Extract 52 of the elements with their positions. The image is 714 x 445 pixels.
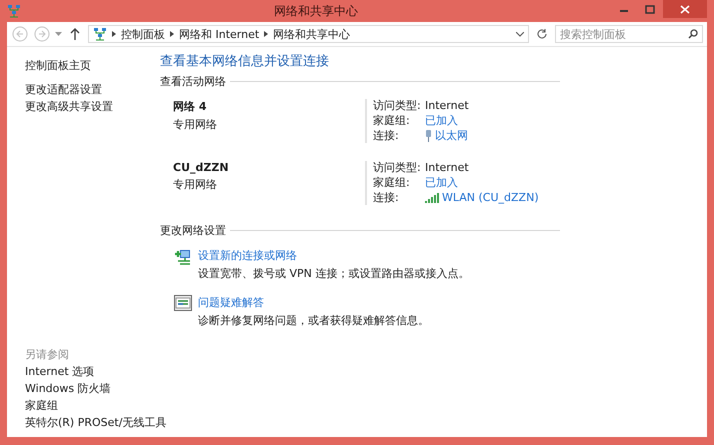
ethernet-plug-icon bbox=[425, 130, 432, 142]
sidebar-link[interactable]: 控制面板主页 bbox=[25, 57, 91, 74]
network-icon bbox=[93, 27, 107, 41]
access-type: Internet bbox=[425, 99, 469, 113]
field-label: 连接: bbox=[373, 129, 400, 143]
task-link[interactable]: 问题疑难解答 bbox=[198, 295, 560, 310]
see-also-link[interactable]: 英特尔(R) PROSet/无线工具 bbox=[25, 414, 166, 431]
refresh-icon bbox=[536, 28, 548, 40]
task-description: 设置宽带、拨号或 VPN 连接；或设置路由器或接入点。 bbox=[198, 266, 470, 281]
task-link[interactable]: 设置新的连接或网络 bbox=[198, 248, 560, 263]
field-label: 访问类型: bbox=[373, 99, 422, 113]
search-icon[interactable] bbox=[688, 29, 698, 39]
field-label: 家庭组: bbox=[373, 114, 411, 128]
breadcrumb[interactable]: 网络和共享中心 bbox=[273, 26, 350, 42]
network-name: 网络 4 bbox=[173, 99, 208, 114]
sidebar-link[interactable]: 更改适配器设置 bbox=[25, 81, 102, 98]
section-heading: 更改网络设置 bbox=[160, 223, 226, 238]
see-also-heading: 另请参阅 bbox=[25, 347, 70, 363]
connection-link[interactable]: 以太网 bbox=[435, 129, 468, 143]
task-description: 诊断并修复网络问题，或者获得疑难解答信息。 bbox=[198, 313, 430, 328]
see-also-link[interactable]: Windows 防火墙 bbox=[25, 380, 111, 397]
signal-bars-icon bbox=[425, 193, 439, 203]
homegroup-link[interactable]: 已加入 bbox=[425, 114, 458, 128]
breadcrumb[interactable]: 网络和 Internet bbox=[179, 26, 260, 42]
see-also-link[interactable]: 家庭组 bbox=[25, 397, 58, 414]
close-icon bbox=[680, 4, 690, 14]
access-type: Internet bbox=[425, 161, 470, 175]
window-title: 网络和共享中心 bbox=[273, 2, 359, 20]
sidebar-link[interactable]: 更改高级共享设置 bbox=[25, 98, 113, 115]
close-button[interactable] bbox=[663, 0, 707, 18]
maximize-icon bbox=[645, 4, 655, 14]
connection-link[interactable]: WLAN (CU_dZZN) bbox=[442, 191, 539, 205]
field-label: 连接: bbox=[373, 191, 400, 205]
section-heading: 查看活动网络 bbox=[160, 74, 226, 89]
dropdown-caret-icon[interactable] bbox=[516, 32, 524, 36]
breadcrumb[interactable]: 控制面板 bbox=[121, 26, 165, 42]
caret-icon[interactable] bbox=[55, 32, 62, 36]
chevron-icon[interactable] bbox=[264, 31, 268, 37]
network-name: CU_dZZN bbox=[173, 161, 230, 174]
network-type: 专用网络 bbox=[173, 177, 218, 192]
address-bar[interactable]: 控制面板 网络和 Internet 网络和共享中心 bbox=[88, 25, 529, 43]
field-label: 访问类型: bbox=[373, 161, 422, 175]
search-field[interactable]: 搜索控制面板 bbox=[555, 25, 703, 43]
troubleshoot-icon bbox=[174, 295, 192, 311]
homegroup-link[interactable]: 已加入 bbox=[425, 176, 458, 190]
app-network-icon bbox=[7, 4, 21, 18]
field-label: 家庭组: bbox=[373, 176, 411, 190]
see-also-link[interactable]: Internet 选项 bbox=[25, 363, 94, 380]
chevron-icon[interactable] bbox=[170, 31, 174, 37]
chevron-icon[interactable] bbox=[112, 31, 116, 37]
page-heading: 查看基本网络信息并设置连接 bbox=[160, 53, 330, 70]
network-type: 专用网络 bbox=[173, 117, 218, 132]
